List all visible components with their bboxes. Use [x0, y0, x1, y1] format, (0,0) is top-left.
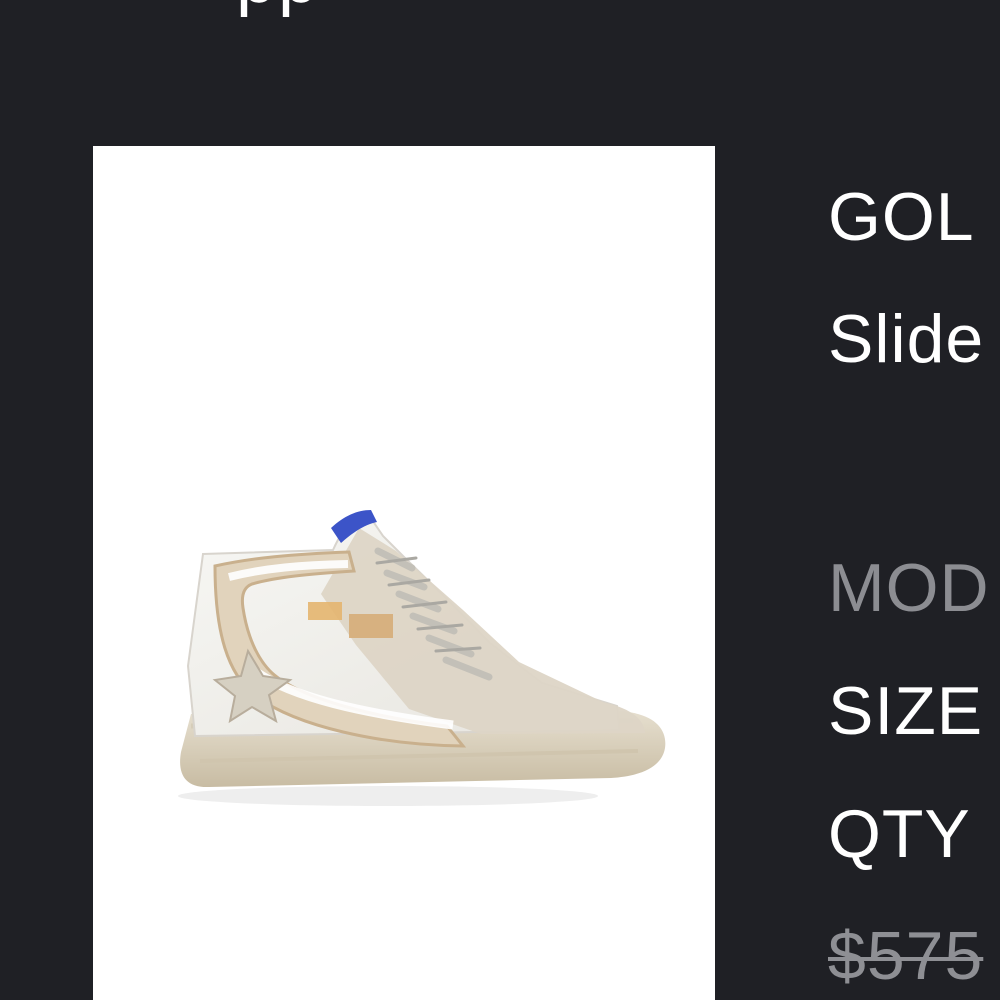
page-heading-fragment: pp — [236, 0, 320, 14]
product-details: GOL Slide MOD SIZE QTY $575 — [828, 0, 1000, 1000]
product-name: Slide — [828, 301, 985, 377]
model-label: MOD — [828, 550, 990, 626]
cart-page: pp — [0, 0, 1000, 1000]
product-brand: GOL — [828, 179, 975, 255]
product-image-card[interactable] — [93, 146, 715, 1000]
original-price: $575 — [828, 918, 984, 994]
size-label: SIZE — [828, 673, 984, 749]
quantity-label: QTY — [828, 796, 971, 872]
high-top-sneaker-icon — [178, 510, 666, 806]
